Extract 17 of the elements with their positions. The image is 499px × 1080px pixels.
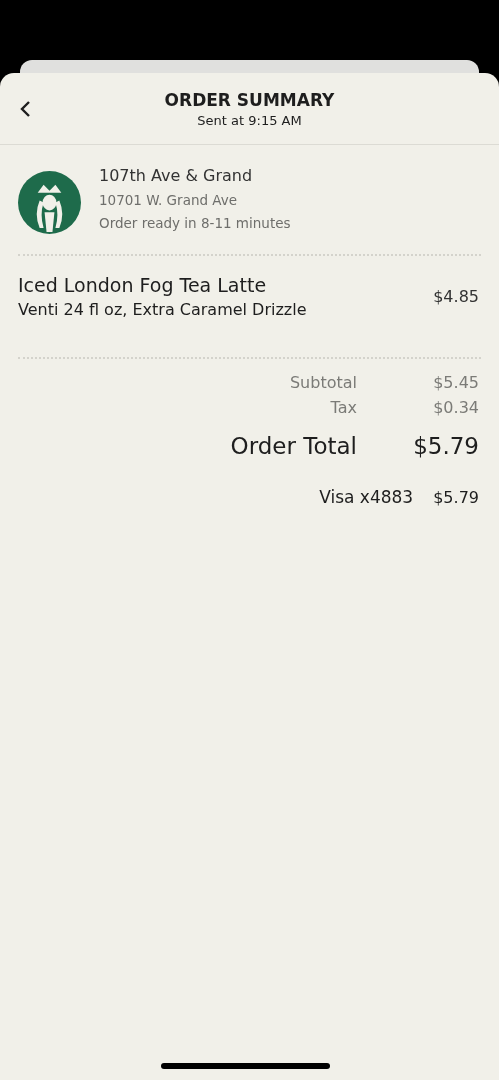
ready-time: Order ready in 8-11 minutes [99,215,291,231]
total-value: $5.79 [412,433,479,459]
item-price: $4.85 [433,287,479,306]
logo-icon [18,171,81,234]
sent-time: Sent at 9:15 AM [197,112,302,128]
store-name: 107th Ave & Grand [99,166,254,185]
store-address: 10701 W. Grand Ave [99,192,239,208]
total-value: $0.34 [432,398,479,417]
total-label: Order Total [230,433,357,459]
page-title: ORDER SUMMARY [164,89,335,110]
total-value: $5.45 [432,373,479,392]
item-name: Iced London Fog Tea Latte [18,274,268,296]
total-label: Subtotal [288,373,357,392]
total-label: Tax [329,398,357,417]
item-details: Venti 24 fl oz, Extra Caramel Drizzle [18,300,308,319]
payment-method: Visa x4883 [319,487,414,507]
payment-amount: $5.79 [433,488,479,507]
